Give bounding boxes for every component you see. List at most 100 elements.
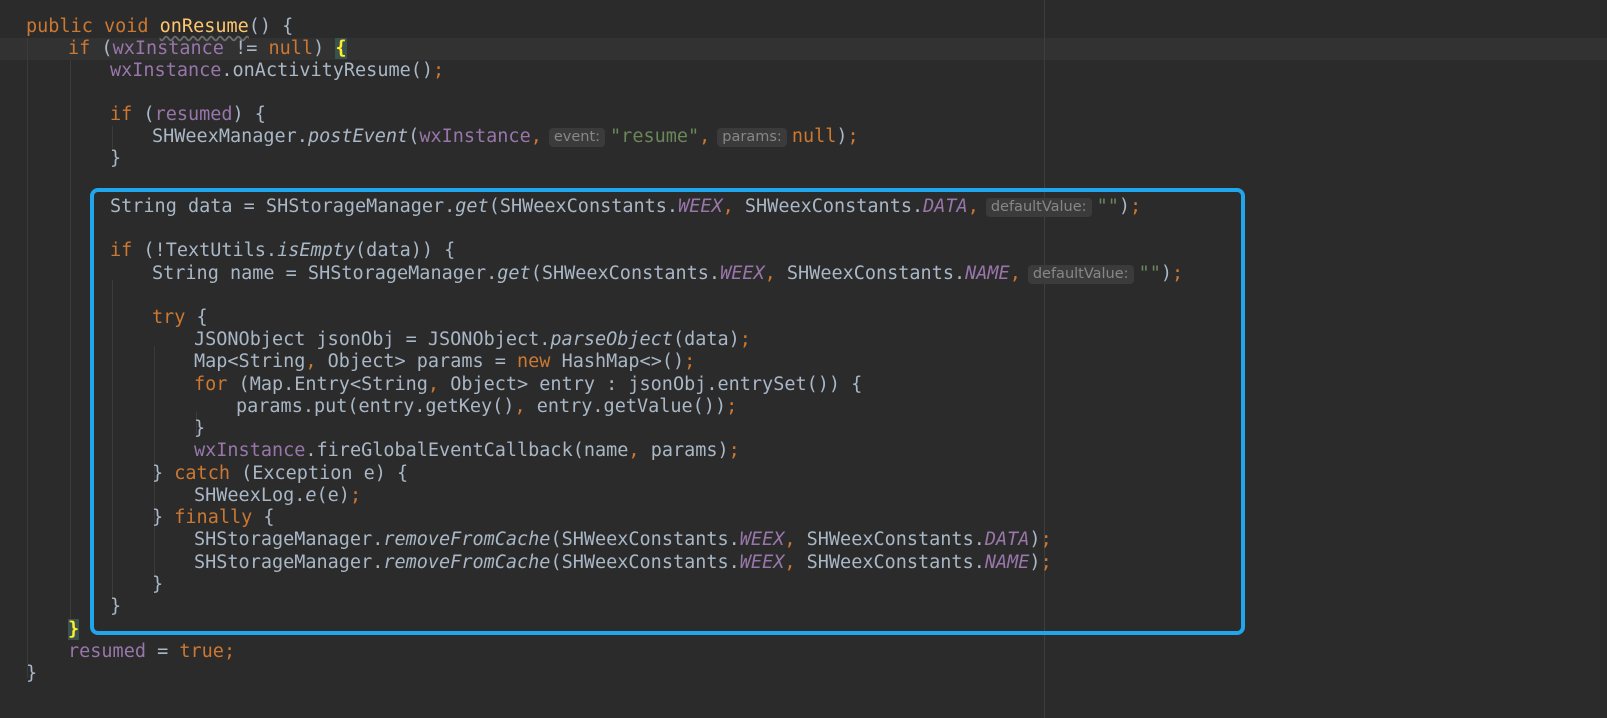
comma: , xyxy=(427,374,451,395)
code-line[interactable]: String data = SHStorageManager.get(SHWee… xyxy=(110,196,1141,218)
code-line[interactable]: } xyxy=(194,418,205,440)
parameter-hint-default-value: defaultValue: xyxy=(1027,265,1134,284)
code-line[interactable]: for (Map.Entry<String, Object> entry : j… xyxy=(194,374,862,396)
code-line[interactable]: wxInstance.fireGlobalEventCallback(name,… xyxy=(194,440,740,462)
comma: , xyxy=(305,351,328,372)
code-token: ( xyxy=(408,126,420,147)
code-token: ) xyxy=(1118,196,1130,217)
code-token: Map<String xyxy=(194,351,306,372)
semicolon: ; xyxy=(433,60,445,81)
parameter-hint-default-value: defaultValue: xyxy=(985,198,1092,217)
code-token: String data = SHStorageManager. xyxy=(110,196,456,217)
code-token: HashMap<>() xyxy=(550,351,685,372)
code-token: } xyxy=(152,507,175,528)
semicolon: ; xyxy=(684,351,696,372)
semicolon: ; xyxy=(1040,529,1052,550)
method-call: get xyxy=(497,263,531,284)
keyword: true xyxy=(179,641,224,662)
keyword: try xyxy=(152,307,186,328)
code-line[interactable]: } xyxy=(152,574,163,596)
code-line[interactable]: if (!TextUtils.isEmpty(data)) { xyxy=(110,240,455,262)
code-line[interactable]: if (wxInstance != null) { xyxy=(68,38,347,60)
code-line[interactable]: Map<String, Object> params = new HashMap… xyxy=(194,351,695,373)
code-token: params) xyxy=(650,440,729,461)
code-token: ) { xyxy=(232,104,266,125)
code-line[interactable]: SHWeexManager.postEvent(wxInstance, event… xyxy=(152,126,859,148)
string-literal: "resume" xyxy=(610,126,700,147)
constant: WEEX xyxy=(739,552,785,573)
code-line[interactable]: SHWeexLog.e(e); xyxy=(194,485,361,507)
code-token: (data)) { xyxy=(355,240,456,261)
comma: , xyxy=(764,263,787,284)
comma: , xyxy=(530,126,542,147)
comma: , xyxy=(699,126,711,147)
code-token: ) xyxy=(1029,529,1041,550)
code-line[interactable]: wxInstance.onActivityResume(); xyxy=(110,60,444,82)
code-token: SHStorageManager. xyxy=(194,529,384,550)
semicolon: ; xyxy=(1171,263,1184,284)
indent-guide xyxy=(112,280,113,598)
code-line[interactable]: } xyxy=(110,148,121,170)
string-literal: "" xyxy=(1138,263,1161,284)
code-token: } xyxy=(152,463,175,484)
semicolon: ; xyxy=(739,329,751,350)
code-line[interactable]: } xyxy=(68,619,80,641)
parameter-hint-params: params: xyxy=(717,128,787,147)
method-call: removeFromCache xyxy=(383,552,551,573)
code-token: (data) xyxy=(672,329,740,350)
method-call: isEmpty xyxy=(277,240,356,261)
keyword: null xyxy=(268,38,314,59)
code-editor[interactable]: public void onResume() { if (wxInstance … xyxy=(0,0,1607,718)
field-ref: wxInstance xyxy=(110,60,222,81)
code-token: (e) xyxy=(316,485,350,506)
constant: WEEX xyxy=(739,529,785,550)
indent-guide xyxy=(27,38,28,678)
code-token: SHWeexConstants. xyxy=(806,529,985,550)
code-line[interactable]: } xyxy=(110,596,121,618)
constant: NAME xyxy=(965,263,1010,284)
code-line[interactable]: String name = SHStorageManager.get(SHWee… xyxy=(152,263,1183,285)
comma: , xyxy=(628,440,651,461)
method-call: parseObject xyxy=(550,329,673,350)
code-line[interactable]: public void onResume() { xyxy=(26,16,293,38)
code-token: ) xyxy=(1029,552,1041,573)
comma: , xyxy=(784,552,807,573)
code-token: SHWeexConstants. xyxy=(806,552,985,573)
comma: , xyxy=(1009,263,1021,284)
code-line[interactable]: if (resumed) { xyxy=(110,104,266,126)
constant: WEEX xyxy=(720,263,765,284)
constant: WEEX xyxy=(678,196,723,217)
code-line[interactable]: } finally { xyxy=(152,507,275,529)
code-line[interactable]: SHStorageManager.removeFromCache(SHWeexC… xyxy=(194,529,1052,551)
constant: DATA xyxy=(923,196,968,217)
code-line[interactable]: } xyxy=(26,663,37,685)
code-line[interactable]: } catch (Exception e) { xyxy=(152,463,408,485)
code-token: Object> entry : jsonObj.entrySet()) { xyxy=(450,374,863,395)
code-token: } xyxy=(110,596,122,617)
code-token: SHWeexConstants. xyxy=(744,196,924,217)
method-call: e xyxy=(305,485,317,506)
code-token: = xyxy=(145,641,180,662)
code-line[interactable]: resumed = true; xyxy=(68,641,235,663)
keyword: public void xyxy=(26,16,160,37)
right-margin-guide xyxy=(1044,0,1045,718)
code-token: != xyxy=(223,38,269,59)
method-call: get xyxy=(455,196,489,217)
code-line[interactable]: try { xyxy=(152,307,208,329)
method-name: onResume xyxy=(159,16,249,37)
code-token: params.put(entry.getKey() xyxy=(236,396,515,417)
code-line[interactable]: SHStorageManager.removeFromCache(SHWeexC… xyxy=(194,552,1052,574)
keyword: if xyxy=(110,104,133,125)
code-token: { xyxy=(252,507,275,528)
keyword: new xyxy=(517,351,551,372)
code-token: (!TextUtils. xyxy=(132,240,278,261)
semicolon: ; xyxy=(349,485,362,506)
indent-guide xyxy=(112,126,113,148)
code-token: SHWeexManager. xyxy=(152,126,308,147)
code-token: entry.getValue()) xyxy=(536,396,727,417)
code-token: ) xyxy=(313,38,336,59)
field-ref: resumed xyxy=(68,641,146,662)
code-line[interactable]: params.put(entry.getKey(), entry.getValu… xyxy=(236,396,737,418)
code-line[interactable]: JSONObject jsonObj = JSONObject.parseObj… xyxy=(194,329,751,351)
code-token: (SHWeexConstants. xyxy=(550,529,740,550)
